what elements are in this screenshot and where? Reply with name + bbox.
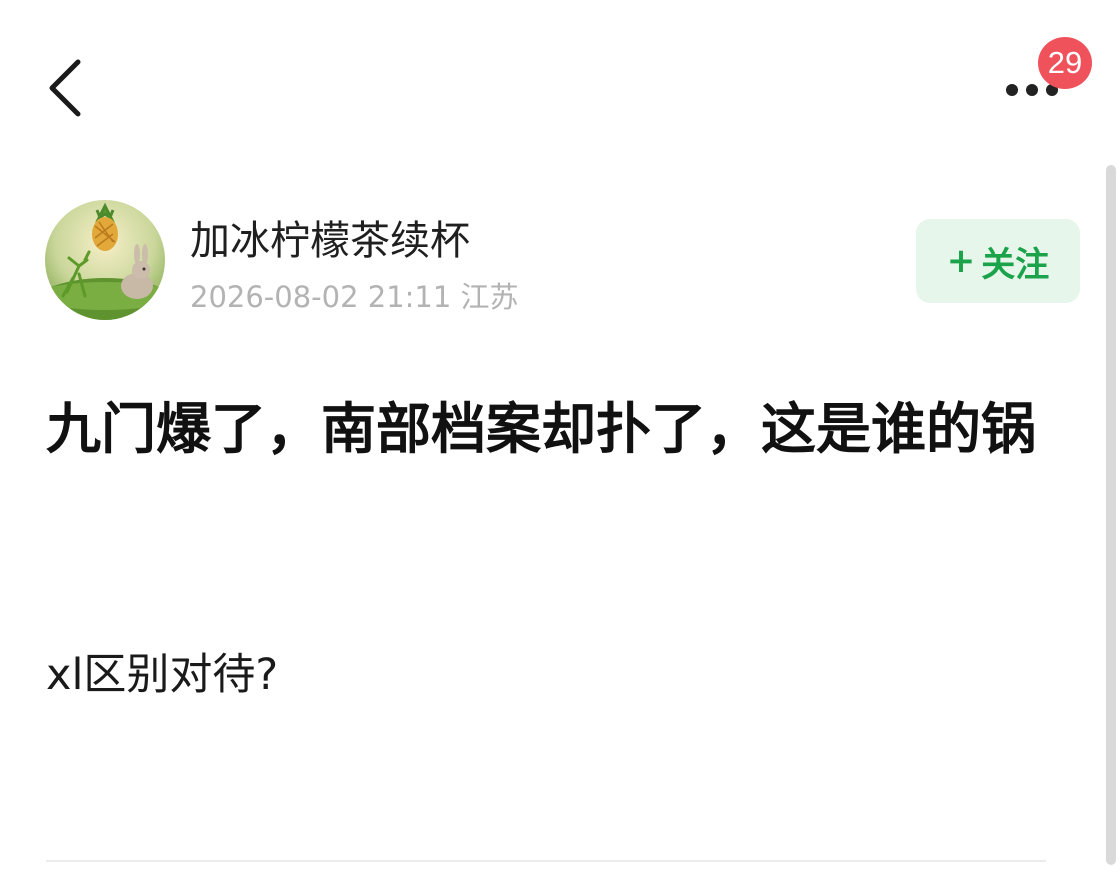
avatar-illustration-icon <box>45 200 165 320</box>
post-meta: 2026-08-02 21:11 江苏 <box>190 274 519 316</box>
follow-button[interactable]: + 关注 <box>916 219 1080 303</box>
post-date: 2026-08-02 21:11 <box>190 280 452 314</box>
post-title: 九门爆了，南部档案却扑了，这是谁的锅 <box>46 397 1037 461</box>
post-body: xl区别对待? <box>46 650 279 700</box>
avatar[interactable] <box>45 200 165 320</box>
divider <box>46 860 1046 862</box>
back-button[interactable] <box>40 52 96 124</box>
scrollbar[interactable] <box>1106 165 1116 865</box>
post-location: 江苏 <box>460 280 519 314</box>
more-dot <box>1026 84 1038 96</box>
more-horizontal-icon <box>1006 84 1018 96</box>
plus-icon: + <box>946 241 976 281</box>
author-name[interactable]: 加冰柠檬茶续杯 <box>190 208 470 266</box>
follow-label: 关注 <box>981 244 1050 285</box>
chevron-left-icon <box>49 59 81 117</box>
notification-badge: 29 <box>1038 37 1092 89</box>
